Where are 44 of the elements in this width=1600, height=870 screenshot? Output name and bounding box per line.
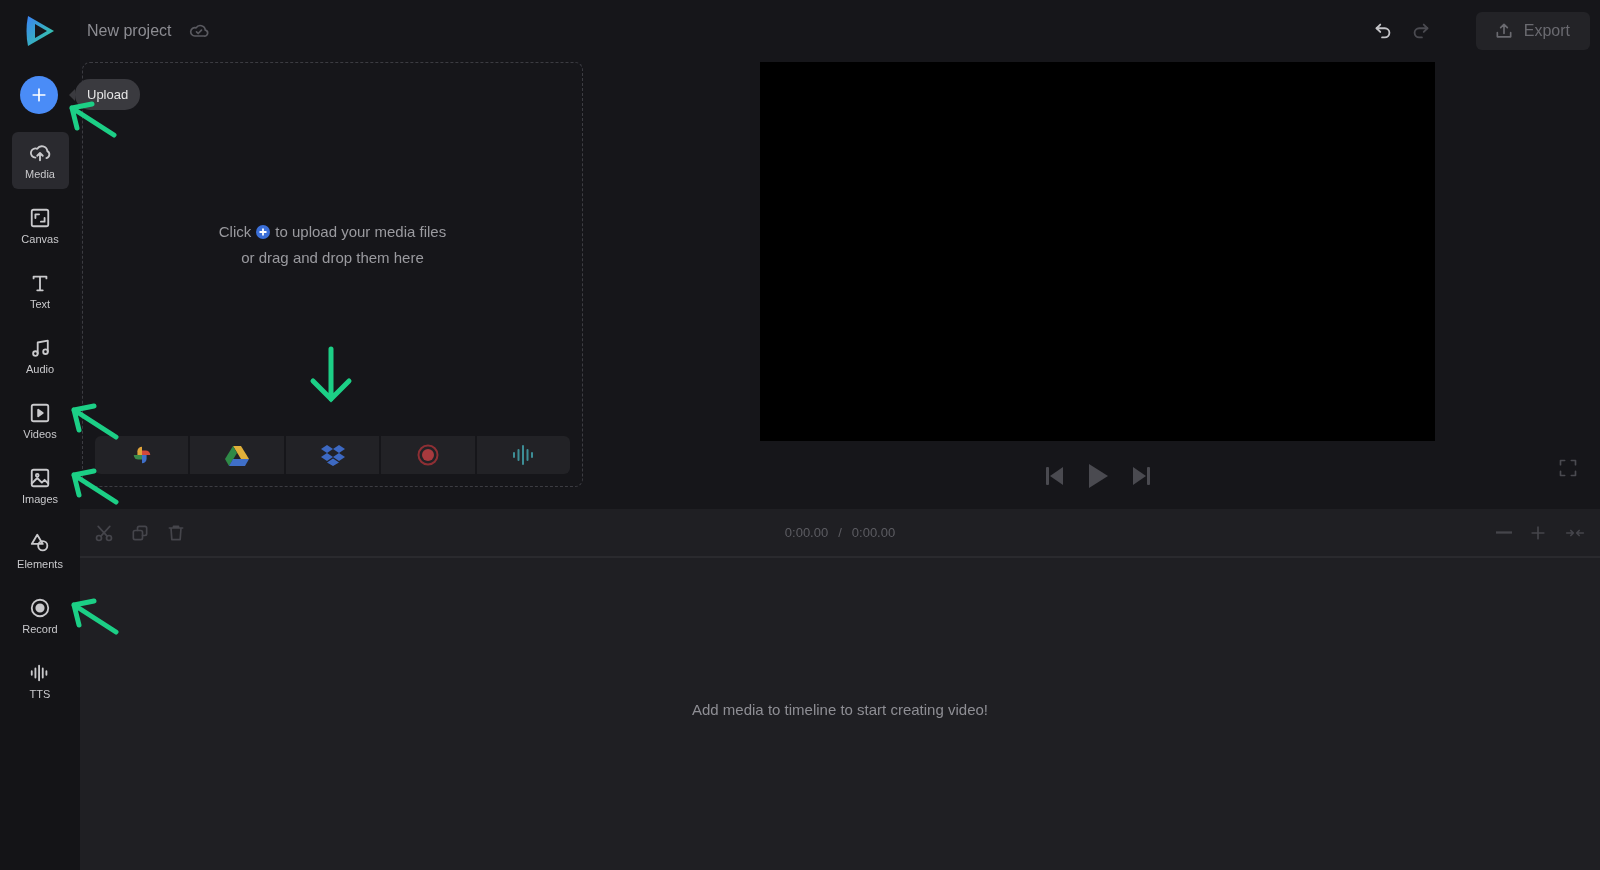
logo-icon[interactable] — [25, 15, 55, 47]
hint-text: Click — [218, 223, 252, 240]
play-icon — [1086, 463, 1109, 489]
source-button[interactable] — [476, 436, 570, 474]
sidebar-item[interactable]: Videos — [11, 392, 69, 449]
source-button[interactable] — [95, 436, 189, 474]
current-time: 0:00.00 — [784, 525, 829, 540]
play-button[interactable] — [1086, 463, 1109, 489]
waveform-icon — [511, 444, 536, 466]
sidebar-item[interactable]: Record — [11, 587, 69, 644]
skip-back-icon — [1044, 465, 1065, 487]
videos-icon — [29, 401, 51, 424]
upload-button[interactable] — [20, 76, 58, 114]
record-icon — [29, 596, 51, 619]
total-time: 0:00.00 — [851, 525, 896, 540]
tooltip: Upload — [75, 79, 141, 110]
source-button[interactable] — [190, 436, 284, 474]
plus-icon — [256, 224, 271, 239]
triangle-logo-icon — [225, 444, 250, 466]
hint-text: to upload your media files — [275, 223, 447, 240]
sidebar-item[interactable]: Images — [11, 457, 69, 514]
sidebar-item[interactable]: Audio — [11, 327, 69, 384]
canvas-icon — [29, 206, 51, 229]
images-icon — [29, 466, 51, 489]
hint-text: or drag and drop them here — [241, 249, 424, 266]
project-name[interactable]: New project — [87, 22, 172, 40]
fullscreen-icon — [1558, 458, 1578, 478]
record-icon — [416, 444, 439, 466]
sidebar-item[interactable]: Text — [11, 262, 69, 319]
minus-icon — [1496, 531, 1512, 534]
skip-back-button[interactable] — [1044, 465, 1065, 487]
sidebar-item[interactable]: Elements — [11, 522, 69, 579]
skip-forward-button[interactable] — [1130, 465, 1151, 487]
zoom-out-button[interactable] — [1496, 531, 1512, 534]
box-logo-icon — [320, 444, 345, 466]
fullscreen-button[interactable] — [1558, 458, 1578, 478]
elements-icon — [29, 531, 51, 554]
source-button[interactable] — [285, 436, 380, 474]
sidebar-item[interactable]: Media — [11, 132, 69, 189]
empty-timeline-message: Add media to timeline to start creating video! — [691, 701, 989, 718]
sidebar-item[interactable]: Canvas — [11, 197, 69, 254]
sidebar-item[interactable]: TTS — [11, 652, 69, 709]
time-separator: / — [838, 525, 842, 540]
skip-forward-icon — [1130, 465, 1151, 487]
